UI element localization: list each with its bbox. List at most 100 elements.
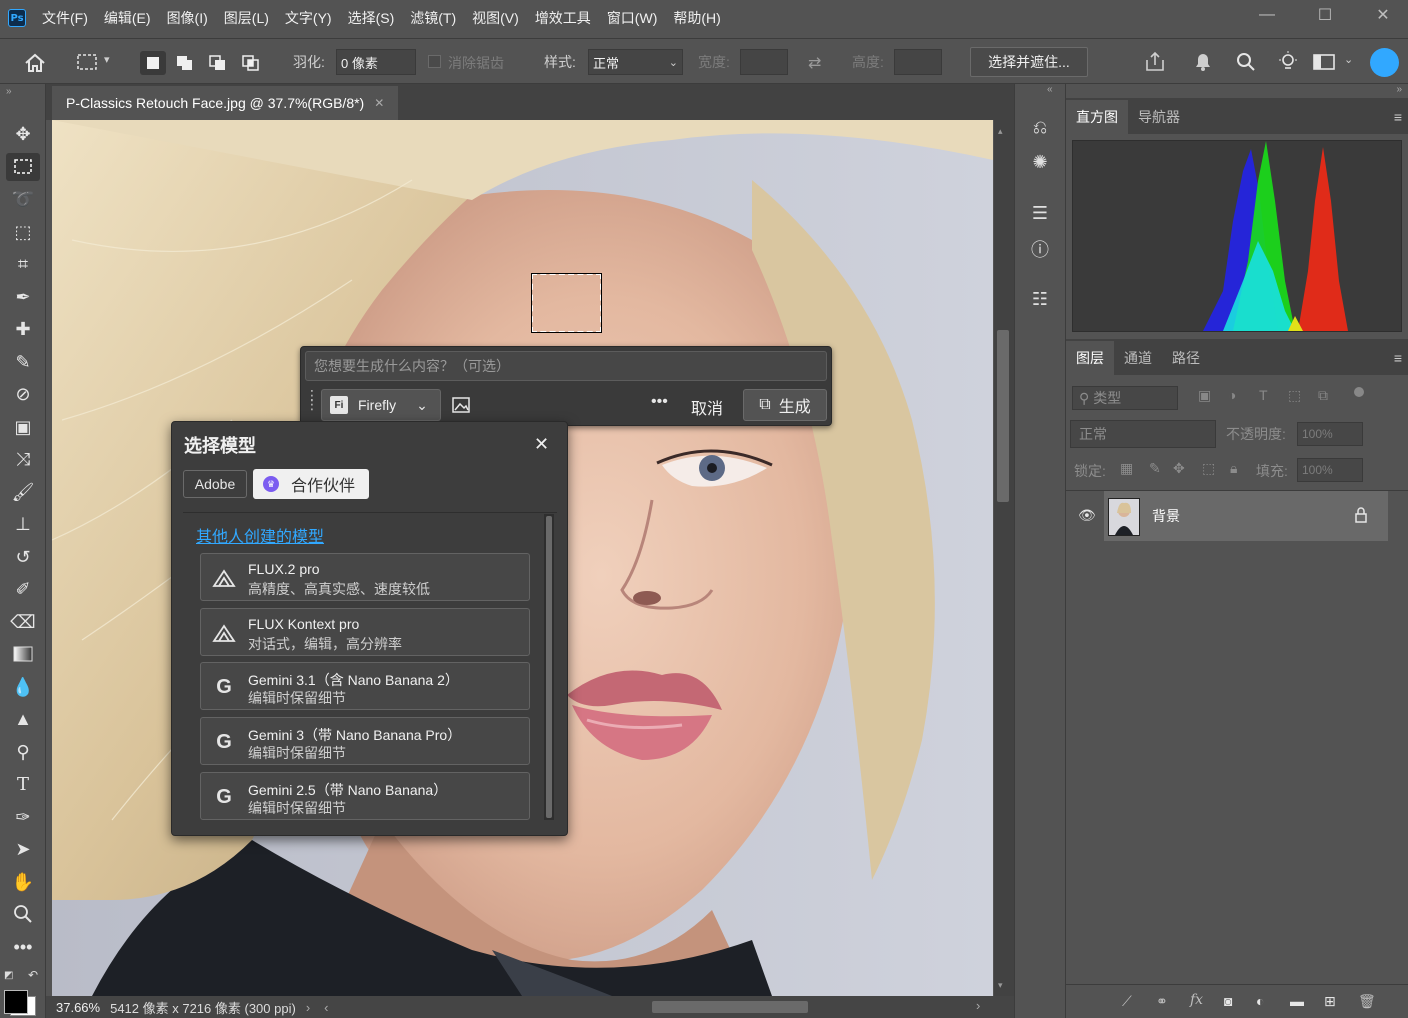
filter-toggle-icon[interactable] — [1354, 387, 1364, 397]
workspace-icon[interactable] — [1311, 49, 1337, 75]
fill-input[interactable]: 100% — [1297, 458, 1363, 482]
filter-shape-icon[interactable]: ⬚ — [1288, 387, 1301, 404]
sharpen-tool-icon[interactable]: ▲ — [6, 705, 40, 733]
menu-edit[interactable]: 编辑(E) — [104, 8, 151, 28]
popup-scroll-thumb[interactable] — [546, 516, 552, 818]
opacity-input[interactable]: 100% — [1297, 422, 1363, 446]
antialias-checkbox[interactable] — [428, 55, 441, 68]
fx-icon[interactable]: fx — [1190, 992, 1203, 1008]
patch-tool-icon[interactable]: ▣ — [6, 413, 40, 441]
panel-menu-icon[interactable]: ≡ — [1394, 100, 1402, 134]
eye-icon[interactable]: 👁︎ — [1078, 507, 1096, 524]
object-selection-tool-icon[interactable]: ⬚ — [6, 218, 40, 246]
lock-all-icon[interactable]: 🔒︎ — [1230, 460, 1237, 477]
content-aware-move-tool-icon[interactable]: ⤨ — [6, 445, 40, 473]
panel-menu-icon[interactable]: ≡ — [1394, 341, 1402, 375]
properties-icon[interactable]: ☷ — [1025, 284, 1055, 314]
generative-layer-icon[interactable]: ⟋ — [1122, 993, 1132, 1010]
clone-stamp-tool-icon[interactable]: ⊥ — [6, 510, 40, 538]
more-tools-icon[interactable]: ••• — [6, 933, 40, 961]
filter-smart-object-icon[interactable]: ⧉ — [1318, 387, 1328, 404]
actions-icon[interactable]: ✺ — [1025, 147, 1055, 177]
add-selection-icon[interactable] — [172, 51, 198, 75]
remove-tool-icon[interactable]: ✎ — [6, 348, 40, 376]
brush-tool-icon[interactable]: 🖌 — [6, 478, 40, 506]
style-select[interactable]: 正常 ⌄ — [588, 49, 683, 75]
document-tab[interactable]: P-Classics Retouch Face.jpg @ 37.7%(RGB/… — [52, 86, 399, 120]
expand-panel-icon[interactable]: » — [6, 86, 12, 97]
tab-partners[interactable]: ♛ 合作伙伴 — [253, 469, 369, 499]
move-tool-icon[interactable]: ✥ — [6, 120, 40, 148]
hand-tool-icon[interactable]: ✋ — [6, 868, 40, 896]
add-mask-icon[interactable]: ◙ — [1224, 993, 1232, 1009]
lightbulb-icon[interactable] — [1275, 49, 1301, 75]
model-dropdown[interactable]: Fi Firefly ⌄ — [321, 389, 441, 421]
close-icon[interactable]: ✕ — [534, 434, 549, 455]
tab-navigator[interactable]: 导航器 — [1128, 100, 1190, 134]
rectangular-marquee-tool-icon[interactable] — [6, 153, 40, 181]
menu-window[interactable]: 窗口(W) — [607, 8, 658, 28]
menu-filter[interactable]: 滤镜(T) — [410, 8, 456, 28]
vertical-scrollbar[interactable]: ▴ ▾ — [994, 120, 1014, 996]
chevron-down-icon[interactable]: ⌄ — [1344, 53, 1353, 66]
lock-transparent-icon[interactable]: ▦ — [1120, 460, 1133, 477]
generate-button[interactable]: ⧉ 生成 — [743, 389, 827, 421]
zoom-level[interactable]: 37.66% — [56, 1000, 100, 1015]
search-icon[interactable] — [1233, 49, 1259, 75]
share-icon[interactable] — [1142, 49, 1168, 75]
bell-icon[interactable] — [1190, 49, 1216, 75]
history-brush-tool-icon[interactable]: ↺ — [6, 543, 40, 571]
scroll-up-icon[interactable]: ▴ — [998, 126, 1003, 137]
healing-brush-tool-icon[interactable]: ⊘ — [6, 380, 40, 408]
close-window-icon[interactable]: ✕ — [1354, 0, 1408, 30]
subtract-selection-icon[interactable] — [205, 51, 231, 75]
collapse-icon[interactable]: « — [1047, 84, 1053, 95]
home-icon[interactable] — [22, 51, 48, 75]
cancel-button[interactable]: 取消 — [691, 395, 723, 419]
path-selection-tool-icon[interactable]: ➤ — [6, 835, 40, 863]
model-card-gemini-3-1[interactable]: G Gemini 3.1（含 Nano Banana 2） 编辑时保留细节 — [200, 662, 530, 710]
history-icon[interactable]: ⎌ — [1025, 112, 1055, 142]
height-input[interactable] — [894, 49, 942, 75]
lock-icon[interactable] — [1354, 507, 1368, 526]
swap-icon[interactable]: ⇄ — [808, 53, 821, 73]
scroll-left-icon[interactable]: ‹ — [324, 1000, 328, 1015]
filter-image-icon[interactable]: ▣ — [1198, 387, 1211, 404]
trash-icon[interactable]: 🗑︎ — [1358, 993, 1376, 1010]
menu-image[interactable]: 图像(I) — [167, 8, 208, 28]
layer-filter-select[interactable]: ⚲ 类型 — [1072, 386, 1178, 410]
blur-tool-icon[interactable]: 💧 — [6, 673, 40, 701]
foreground-color-swatch[interactable] — [4, 990, 28, 1014]
model-card-flux-kontext-pro[interactable]: FLUX Kontext pro 对话式，编辑，高分辨率 — [200, 608, 530, 656]
lock-artboard-icon[interactable]: ⬚ — [1202, 460, 1215, 477]
adjustments-icon[interactable]: ☰ — [1025, 198, 1055, 228]
scroll-right-icon[interactable]: › — [976, 998, 980, 1013]
drag-handle-icon[interactable]: ⋮ ⋮ — [305, 388, 319, 411]
scroll-down-icon[interactable]: ▾ — [998, 980, 1003, 991]
lock-pixels-icon[interactable]: ✎ — [1149, 460, 1161, 477]
menu-plugins[interactable]: 增效工具 — [535, 8, 591, 28]
lasso-tool-icon[interactable]: ➰ — [6, 185, 40, 213]
marquee-selection[interactable] — [531, 273, 602, 333]
new-selection-icon[interactable] — [140, 51, 166, 75]
pen-tool-icon[interactable]: ✑ — [6, 803, 40, 831]
popup-scrollbar[interactable] — [544, 514, 554, 820]
tab-paths[interactable]: 路径 — [1162, 341, 1210, 375]
intersect-selection-icon[interactable] — [238, 51, 264, 75]
menu-type[interactable]: 文字(Y) — [285, 8, 332, 28]
menu-layer[interactable]: 图层(L) — [224, 8, 269, 28]
status-arrow-icon[interactable]: › — [306, 1000, 310, 1015]
tab-layers[interactable]: 图层 — [1066, 341, 1114, 375]
folder-icon[interactable]: ▬ — [1290, 993, 1304, 1009]
link-layers-icon[interactable]: ⚭ — [1156, 993, 1168, 1010]
maximize-icon[interactable]: ☐ — [1296, 0, 1354, 30]
minimize-icon[interactable]: — — [1238, 0, 1296, 30]
avatar[interactable] — [1370, 48, 1399, 77]
type-tool-icon[interactable]: T — [6, 770, 40, 798]
marquee-preset-icon[interactable] — [74, 51, 100, 75]
model-card-gemini-3[interactable]: G Gemini 3（带 Nano Banana Pro） 编辑时保留细节 — [200, 717, 530, 765]
prompt-input[interactable]: 您想要生成什么内容？（可选） — [305, 351, 827, 381]
crop-tool-icon[interactable]: ⌗ — [6, 250, 40, 278]
dodge-tool-icon[interactable]: ⚲ — [6, 738, 40, 766]
menu-select[interactable]: 选择(S) — [348, 8, 395, 28]
